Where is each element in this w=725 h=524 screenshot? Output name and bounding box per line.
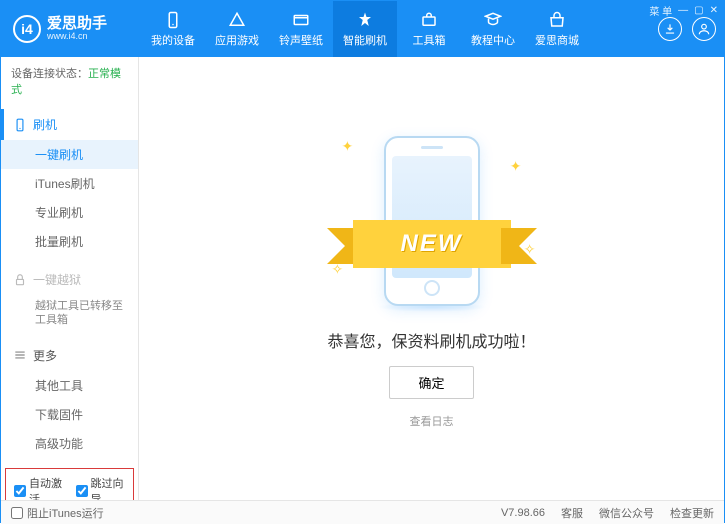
app-logo: i4 爱思助手 www.i4.cn — [13, 15, 141, 43]
minimize-button[interactable]: — — [678, 5, 688, 16]
sidebar-section-more[interactable]: 更多 — [1, 340, 138, 371]
nav-apps[interactable]: 应用游戏 — [205, 1, 269, 57]
ok-button[interactable]: 确定 — [389, 366, 473, 399]
ringtone-icon — [292, 11, 310, 29]
sidebar-section-jailbreak[interactable]: 一键越狱 — [1, 264, 138, 295]
sidebar: 设备连接状态：正常模式 刷机 一键刷机iTunes刷机专业刷机批量刷机 一键越狱… — [1, 57, 139, 500]
auto-activate-checkbox[interactable]: 自动激活 — [14, 475, 64, 500]
view-log-link[interactable]: 查看日志 — [410, 413, 454, 429]
sidebar-section-flash[interactable]: 刷机 — [1, 109, 138, 140]
skip-guide-checkbox[interactable]: 跳过向导 — [76, 475, 126, 500]
store-icon — [548, 11, 566, 29]
nav-tools[interactable]: 工具箱 — [397, 1, 461, 57]
app-url: www.i4.cn — [47, 32, 107, 42]
customer-service-link[interactable]: 客服 — [561, 505, 583, 521]
nav-label: 工具箱 — [413, 32, 446, 48]
menu-button[interactable]: 菜 单 — [649, 3, 672, 18]
nav-ringtone[interactable]: 铃声壁纸 — [269, 1, 333, 57]
sidebar-item-flash-1[interactable]: iTunes刷机 — [1, 169, 138, 198]
nav-tutorial[interactable]: 教程中心 — [461, 1, 525, 57]
apps-icon — [228, 11, 246, 29]
maximize-button[interactable]: ▢ — [694, 5, 703, 16]
connection-status: 设备连接状态：正常模式 — [1, 57, 138, 105]
close-button[interactable]: ✕ — [710, 5, 718, 16]
sidebar-item-flash-2[interactable]: 专业刷机 — [1, 198, 138, 227]
sidebar-item-more-1[interactable]: 下载固件 — [1, 400, 138, 429]
sidebar-section-label: 刷机 — [33, 116, 57, 133]
success-illustration: NEW ✦ ✦ ✧ ✧ — [302, 128, 562, 308]
jailbreak-note: 越狱工具已转移至工具箱 — [1, 295, 138, 332]
app-header: 菜 单 — ▢ ✕ i4 爱思助手 www.i4.cn 我的设备 应用游戏 铃声壁纸… — [1, 1, 724, 57]
block-itunes-checkbox[interactable]: 阻止iTunes运行 — [11, 505, 104, 521]
nav-label: 教程中心 — [471, 32, 515, 48]
nav-label: 应用游戏 — [215, 32, 259, 48]
sidebar-item-more-2[interactable]: 高级功能 — [1, 429, 138, 458]
menu-icon — [13, 348, 27, 362]
main-panel: NEW ✦ ✦ ✧ ✧ 恭喜您，保资料刷机成功啦！ 确定 查看日志 — [139, 57, 724, 500]
nav-device[interactable]: 我的设备 — [141, 1, 205, 57]
new-ribbon: NEW — [353, 220, 511, 268]
nav-store[interactable]: 爱思商城 — [525, 1, 589, 57]
user-button[interactable] — [692, 17, 716, 41]
tutorial-icon — [484, 11, 502, 29]
logo-icon: i4 — [13, 15, 41, 43]
nav-label: 爱思商城 — [535, 32, 579, 48]
flash-icon — [356, 11, 374, 29]
sidebar-item-flash-0[interactable]: 一键刷机 — [1, 140, 138, 169]
header-actions — [658, 17, 716, 41]
nav-label: 我的设备 — [151, 32, 195, 48]
status-bar: 阻止iTunes运行 V7.98.66 客服 微信公众号 检查更新 — [1, 500, 724, 524]
content-area: 设备连接状态：正常模式 刷机 一键刷机iTunes刷机专业刷机批量刷机 一键越狱… — [1, 57, 724, 500]
window-controls: 菜 单 — ▢ ✕ — [649, 3, 718, 18]
nav-label: 铃声壁纸 — [279, 32, 323, 48]
lock-icon — [13, 273, 27, 287]
sidebar-item-flash-3[interactable]: 批量刷机 — [1, 227, 138, 256]
check-update-link[interactable]: 检查更新 — [670, 505, 714, 521]
sidebar-item-more-0[interactable]: 其他工具 — [1, 371, 138, 400]
nav-label: 智能刷机 — [343, 32, 387, 48]
device-icon — [164, 11, 182, 29]
nav-flash[interactable]: 智能刷机 — [333, 1, 397, 57]
main-nav: 我的设备 应用游戏 铃声壁纸 智能刷机 工具箱 教程中心 爱思商城 — [141, 1, 658, 57]
sidebar-section-label: 一键越狱 — [33, 271, 81, 288]
tools-icon — [420, 11, 438, 29]
download-button[interactable] — [658, 17, 682, 41]
app-title: 爱思助手 — [47, 16, 107, 33]
options-highlight-box: 自动激活 跳过向导 — [5, 468, 134, 500]
phone-icon — [13, 118, 27, 132]
sidebar-section-label: 更多 — [33, 347, 57, 364]
wechat-link[interactable]: 微信公众号 — [599, 505, 654, 521]
success-message: 恭喜您，保资料刷机成功啦！ — [327, 328, 535, 352]
version-label: V7.98.66 — [501, 507, 545, 519]
